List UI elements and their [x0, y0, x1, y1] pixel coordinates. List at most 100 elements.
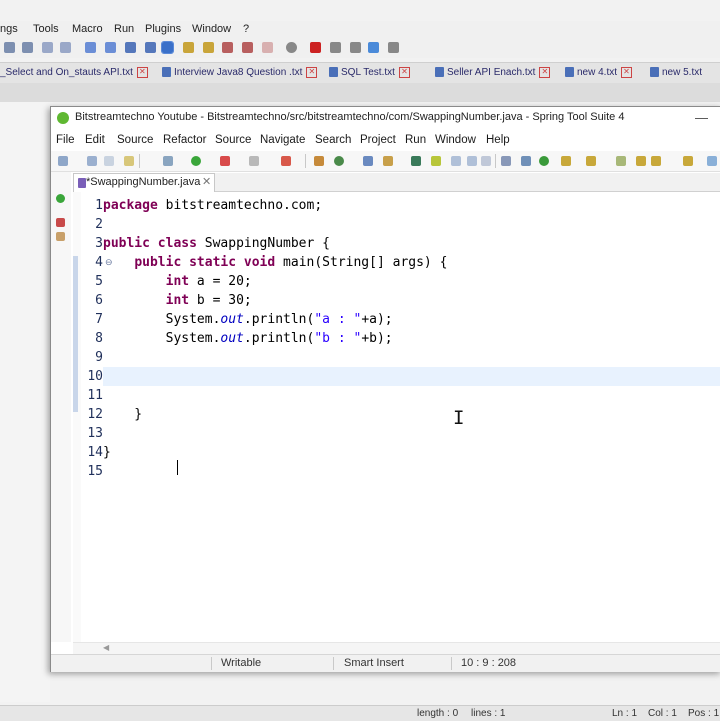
code-line[interactable]: int a = 20;	[103, 272, 720, 291]
code-line[interactable]	[103, 367, 720, 386]
close-icon[interactable]: ✕	[306, 66, 318, 78]
menu-source-2[interactable]: Source	[215, 134, 251, 146]
np-tab-3[interactable]: SQL Test.txt ✕	[329, 65, 427, 81]
forward-2-icon[interactable]	[683, 156, 693, 166]
play-macro-icon[interactable]	[350, 42, 361, 53]
menu-refactor[interactable]: Refactor	[163, 134, 206, 146]
perspective-icon[interactable]	[707, 156, 717, 166]
block-select-icon[interactable]	[451, 156, 461, 166]
search-icon[interactable]	[411, 156, 421, 166]
code-line[interactable]: public class SwappingNumber {	[103, 234, 720, 253]
doc-map-icon[interactable]	[161, 41, 174, 54]
close-icon[interactable]: ✕	[398, 66, 410, 78]
close-icon[interactable]: ✕	[202, 175, 211, 188]
stop-recording-icon[interactable]	[330, 42, 341, 53]
back-icon[interactable]	[636, 156, 646, 166]
whitespace-icon[interactable]	[467, 156, 477, 166]
menu-run[interactable]: Run	[405, 134, 426, 146]
code-line[interactable]: System.out.println("b : "+b);	[103, 329, 720, 348]
zoom-in-icon[interactable]	[4, 42, 15, 53]
scroll-left-icon[interactable]: ◀	[103, 643, 109, 652]
np-menu-plugins[interactable]: Plugins	[145, 23, 181, 35]
code-line[interactable]	[103, 215, 720, 234]
np-tab-4[interactable]: Seller API Enach.txt ✕	[435, 65, 557, 81]
terminal-icon[interactable]	[501, 156, 511, 166]
prev-annotation-icon[interactable]	[586, 156, 596, 166]
menu-source[interactable]: Source	[117, 134, 153, 146]
forward-icon[interactable]	[651, 156, 661, 166]
toggle-mark-icon[interactable]	[431, 156, 441, 166]
function-list-icon[interactable]	[203, 42, 214, 53]
code-line[interactable]: }	[103, 443, 720, 462]
menu-help[interactable]: Help	[486, 134, 510, 146]
spring-boot-dashboard-icon[interactable]	[56, 194, 65, 203]
close-icon[interactable]: ✕	[621, 66, 633, 78]
pilcrow-icon[interactable]	[125, 42, 136, 53]
tab-swapping-number[interactable]: *SwappingNumber.java ✕	[73, 173, 215, 192]
menu-navigate[interactable]: Navigate	[260, 134, 305, 146]
minimize-icon[interactable]: —	[695, 110, 708, 125]
code-line[interactable]: }	[103, 405, 720, 424]
stop-icon[interactable]	[262, 42, 273, 53]
np-menu-tools[interactable]: Tools	[33, 23, 59, 35]
np-tab-2[interactable]: Interview Java8 Question .txt ✕	[162, 65, 327, 81]
coverage-icon[interactable]	[220, 156, 230, 166]
close-icon[interactable]: ✕	[136, 66, 148, 78]
next-annotation-icon[interactable]	[561, 156, 571, 166]
close-icon[interactable]: ✕	[539, 66, 551, 78]
code-line[interactable]: System.out.println("a : "+a);	[103, 310, 720, 329]
spring-dashboard-icon[interactable]	[539, 156, 549, 166]
circle-icon[interactable]	[286, 42, 297, 53]
folder-icon[interactable]	[183, 42, 194, 53]
code-editor[interactable]: 1 2 3 4 5 6 7 8 9 10 11 12 13 14 15 ⊖ package bitstream…	[73, 192, 720, 642]
record-icon[interactable]	[222, 42, 233, 53]
open-type-icon[interactable]	[383, 156, 393, 166]
pilcrow-icon[interactable]	[481, 156, 491, 166]
code-line[interactable]	[103, 462, 720, 481]
menu-edit[interactable]: Edit	[85, 134, 105, 146]
new-icon[interactable]	[58, 156, 68, 166]
indent-guide-icon[interactable]	[145, 42, 156, 53]
np-menu-window[interactable]: Window	[192, 23, 231, 35]
np-menu-run[interactable]: Run	[114, 23, 134, 35]
start-recording-icon[interactable]	[310, 42, 321, 53]
np-menu-help[interactable]: ?	[243, 23, 249, 35]
stop-icon[interactable]	[249, 156, 259, 166]
save-icon[interactable]	[87, 156, 97, 166]
code-line[interactable]: int b = 30;	[103, 291, 720, 310]
code-lines[interactable]: package bitstreamtechno.com; public class…	[103, 192, 720, 642]
debug-icon[interactable]	[163, 156, 173, 166]
menu-file[interactable]: File	[56, 134, 75, 146]
last-edit-icon[interactable]	[616, 156, 626, 166]
package-explorer-icon[interactable]	[56, 232, 65, 241]
menu-search[interactable]: Search	[315, 134, 351, 146]
code-line[interactable]	[103, 424, 720, 443]
new-package-icon[interactable]	[334, 156, 344, 166]
np-tab-5[interactable]: new 4.txt ✕	[565, 65, 642, 81]
play-multiple-icon[interactable]	[368, 42, 379, 53]
build-icon[interactable]	[124, 156, 134, 166]
monitor-icon[interactable]	[521, 156, 531, 166]
title-bar[interactable]: Bitstreamtechno Youtube - Bitstreamtechn…	[51, 107, 720, 129]
restore-icon[interactable]	[56, 218, 65, 227]
sync-h-icon[interactable]	[60, 42, 71, 53]
save-macro-icon[interactable]	[388, 42, 399, 53]
code-line[interactable]: package bitstreamtechno.com;	[103, 196, 720, 215]
macro-icon[interactable]	[242, 42, 253, 53]
new-class-icon[interactable]	[363, 156, 373, 166]
np-tab-1[interactable]: _Select and On_stauts API.txt ✕	[0, 65, 152, 81]
sync-scroll-icon[interactable]	[42, 42, 53, 53]
zoom-out-icon[interactable]	[22, 42, 33, 53]
menu-project[interactable]: Project	[360, 134, 396, 146]
wrap-icon[interactable]	[85, 42, 96, 53]
code-line[interactable]: public static void main(String[] args) {	[103, 253, 720, 272]
code-line[interactable]	[103, 348, 720, 367]
external-tools-icon[interactable]	[281, 156, 291, 166]
np-tab-6[interactable]: new 5.txt	[650, 65, 720, 81]
code-line[interactable]	[103, 386, 720, 405]
np-menu-macro[interactable]: Macro	[72, 23, 103, 35]
show-all-icon[interactable]	[105, 42, 116, 53]
run-icon[interactable]	[191, 156, 201, 166]
menu-window[interactable]: Window	[435, 134, 476, 146]
save-all-icon[interactable]	[104, 156, 114, 166]
